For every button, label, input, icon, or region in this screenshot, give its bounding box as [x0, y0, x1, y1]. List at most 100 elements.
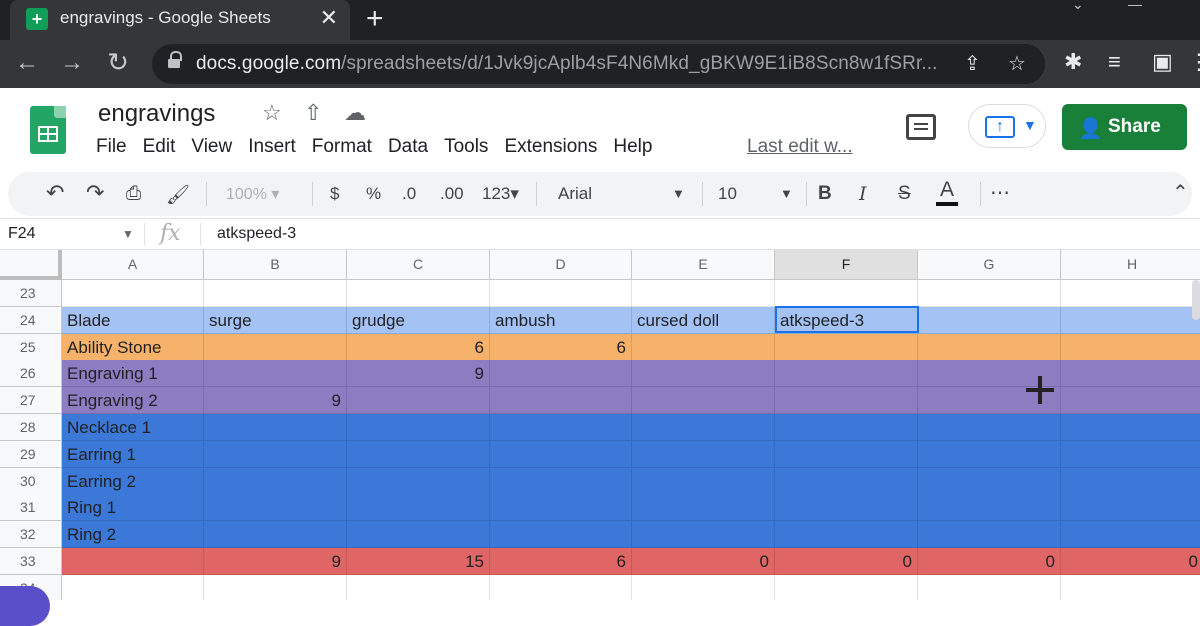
forward-arrow-icon[interactable]: →	[57, 49, 87, 77]
cell-b31[interactable]	[204, 494, 347, 521]
cell-h28[interactable]	[1061, 414, 1200, 441]
italic-button[interactable]: I	[859, 183, 867, 205]
cell-e30[interactable]	[632, 468, 775, 495]
menu-view[interactable]: View	[191, 136, 232, 158]
bold-button[interactable]: B	[818, 183, 832, 205]
chevron-down-icon[interactable]: ⌄	[1072, 0, 1084, 13]
font-family-caret-icon[interactable]: ▼	[672, 186, 685, 201]
cell-d31[interactable]	[490, 494, 632, 521]
name-box[interactable]: F24	[8, 225, 36, 243]
percent-format-button[interactable]: %	[366, 184, 381, 204]
cell-a25[interactable]: Ability Stone	[62, 334, 204, 361]
collapse-toolbar-icon[interactable]: ⌃	[1172, 180, 1189, 205]
cell-c25[interactable]: 6	[347, 334, 490, 361]
redo-icon[interactable]: ↷	[86, 180, 104, 206]
cell-d29[interactable]	[490, 441, 632, 468]
cell-f30[interactable]	[775, 468, 918, 495]
cell-h27[interactable]	[1061, 387, 1200, 414]
menu-edit[interactable]: Edit	[143, 136, 176, 158]
cell-a32[interactable]: Ring 2	[62, 521, 204, 548]
menu-file[interactable]: File	[96, 136, 127, 158]
column-header-a[interactable]: A	[62, 250, 204, 280]
menu-help[interactable]: Help	[613, 136, 652, 158]
row-header[interactable]: 23	[0, 280, 62, 307]
cell-e23[interactable]	[632, 280, 775, 307]
cell-c28[interactable]	[347, 414, 490, 441]
cloud-status-icon[interactable]: ☁	[344, 100, 366, 126]
back-arrow-icon[interactable]: ←	[12, 49, 42, 77]
menu-tools[interactable]: Tools	[444, 136, 488, 158]
decrease-decimal-button[interactable]: .0	[402, 184, 416, 204]
cell-b34[interactable]	[204, 575, 347, 600]
minimize-icon[interactable]: —	[1128, 0, 1142, 12]
cell-f28[interactable]	[775, 414, 918, 441]
more-options-icon[interactable]: ⋯	[990, 180, 1010, 205]
cell-h34[interactable]	[1061, 575, 1200, 600]
present-button[interactable]: ↑ ▼	[968, 104, 1046, 148]
cell-a31[interactable]: Ring 1	[62, 494, 204, 521]
cell-h32[interactable]	[1061, 521, 1200, 548]
paint-format-icon[interactable]: 🖌	[166, 183, 190, 207]
cell-b23[interactable]	[204, 280, 347, 307]
cell-c23[interactable]	[347, 280, 490, 307]
increase-decimal-button[interactable]: .00	[440, 184, 464, 204]
cell-g28[interactable]	[918, 414, 1061, 441]
cell-g23[interactable]	[918, 280, 1061, 307]
close-tab-icon[interactable]: ✕	[320, 5, 338, 31]
cell-g29[interactable]	[918, 441, 1061, 468]
cell-c29[interactable]	[347, 441, 490, 468]
cell-b26[interactable]	[204, 360, 347, 387]
cell-h29[interactable]	[1061, 441, 1200, 468]
cell-e33[interactable]: 0	[632, 548, 775, 575]
cell-a27[interactable]: Engraving 2	[62, 387, 204, 414]
cell-h26[interactable]	[1061, 360, 1200, 387]
cell-h23[interactable]	[1061, 280, 1200, 307]
browser-menu-icon[interactable]: ⋮	[1188, 49, 1200, 75]
cell-d33[interactable]: 6	[490, 548, 632, 575]
cell-a34[interactable]	[62, 575, 204, 600]
cell-e28[interactable]	[632, 414, 775, 441]
cell-a30[interactable]: Earring 2	[62, 468, 204, 495]
column-header-f[interactable]: F	[775, 250, 918, 280]
column-header-b[interactable]: B	[204, 250, 347, 280]
side-panel-icon[interactable]: ▣	[1152, 49, 1173, 75]
cell-d23[interactable]	[490, 280, 632, 307]
omnibox[interactable]: docs.google.com/spreadsheets/d/1Jvk9jcAp…	[152, 44, 1045, 84]
cell-d34[interactable]	[490, 575, 632, 600]
reload-icon[interactable]: ↻	[103, 47, 133, 78]
column-header-d[interactable]: D	[490, 250, 632, 280]
cell-e31[interactable]	[632, 494, 775, 521]
cell-d26[interactable]	[490, 360, 632, 387]
cell-d32[interactable]	[490, 521, 632, 548]
menu-extensions[interactable]: Extensions	[504, 136, 597, 158]
cell-g32[interactable]	[918, 521, 1061, 548]
column-header-e[interactable]: E	[632, 250, 775, 280]
menu-format[interactable]: Format	[312, 136, 372, 158]
cell-a24[interactable]: Blade	[62, 307, 204, 334]
cell-a26[interactable]: Engraving 1	[62, 360, 204, 387]
cell-b33[interactable]: 9	[204, 548, 347, 575]
cell-c33[interactable]: 15	[347, 548, 490, 575]
cell-f34[interactable]	[775, 575, 918, 600]
cell-c24[interactable]: grudge	[347, 307, 490, 334]
cell-e26[interactable]	[632, 360, 775, 387]
extensions-puzzle-icon[interactable]: ✱	[1064, 49, 1082, 75]
cell-g33[interactable]: 0	[918, 548, 1061, 575]
name-box-caret-icon[interactable]: ▼	[122, 227, 134, 241]
sheets-logo-icon[interactable]	[30, 106, 66, 154]
cell-b28[interactable]	[204, 414, 347, 441]
cell-d30[interactable]	[490, 468, 632, 495]
vertical-scrollbar[interactable]	[1192, 280, 1200, 320]
cell-c26[interactable]: 9	[347, 360, 490, 387]
column-header-h[interactable]: H	[1061, 250, 1200, 280]
cell-a23[interactable]	[62, 280, 204, 307]
cell-f32[interactable]	[775, 521, 918, 548]
font-size-select[interactable]: 10	[718, 184, 737, 204]
spreadsheet-grid[interactable]: A B C D E F G H 23 24 Blade surge grudge ambush cursed…	[0, 250, 1200, 600]
cell-h30[interactable]	[1061, 468, 1200, 495]
share-button[interactable]: 👤 Share	[1062, 104, 1187, 150]
cell-b25[interactable]	[204, 334, 347, 361]
star-icon[interactable]: ☆	[262, 100, 282, 126]
row-header[interactable]: 27	[0, 387, 62, 414]
document-title[interactable]: engravings	[98, 100, 215, 128]
